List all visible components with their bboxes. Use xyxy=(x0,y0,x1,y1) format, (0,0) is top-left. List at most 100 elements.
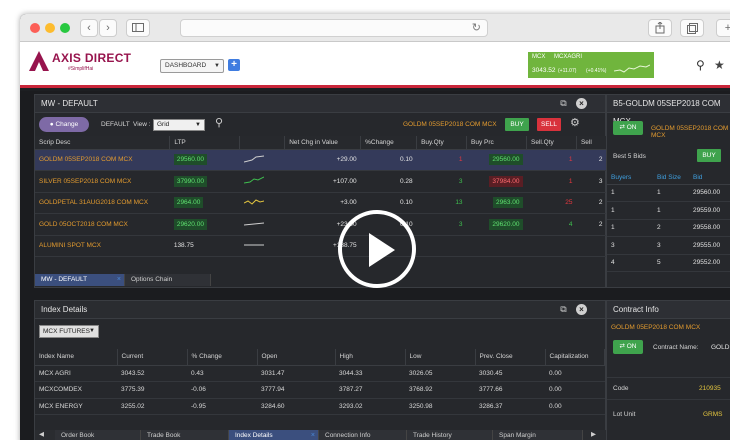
table-row[interactable]: 4 5 29552.00 xyxy=(607,254,730,272)
lot-unit-label: Lot Unit xyxy=(613,411,636,418)
tabs-button[interactable] xyxy=(680,19,704,37)
scrip-cell: ALUMINI SPOT MCX xyxy=(35,235,170,257)
bid-cell: 29560.00 xyxy=(689,184,730,202)
close-icon[interactable]: × xyxy=(576,98,587,109)
tab-mw-default[interactable]: MW - DEFAULT × xyxy=(35,274,125,286)
pct-change-cell: -0.06 xyxy=(187,381,257,399)
table-row[interactable]: SILVER 05SEP2018 COM MCX 37990.00 +107.0… xyxy=(35,170,607,193)
buy-button[interactable]: BUY xyxy=(697,149,721,162)
tab-options-chain[interactable]: Options Chain xyxy=(125,274,211,286)
sell-button[interactable]: SELL xyxy=(537,118,561,131)
marketwatch-toolbar: ● Change DEFAULT View : Grid ▼ ⚲ GOLDM 0… xyxy=(35,114,605,136)
scroll-right-icon[interactable]: ▶ xyxy=(591,430,596,438)
column-header[interactable]: Buy.Qty xyxy=(416,136,468,150)
new-tab-button[interactable]: + xyxy=(716,19,730,37)
play-video-button[interactable] xyxy=(338,210,416,288)
tab-index-details[interactable]: Index Details × xyxy=(229,430,319,440)
table-row[interactable]: GOLD 05OCT2018 COM MCX 29620.00 +23.00 0… xyxy=(35,213,607,236)
dashboard-select[interactable]: DASHBOARD ▼ xyxy=(160,59,224,73)
maximize-window-button[interactable] xyxy=(60,23,70,33)
column-header[interactable]: Net Chg in Value xyxy=(284,136,362,150)
close-icon[interactable]: × xyxy=(576,304,587,315)
table-row[interactable]: GOLDM 05SEP2018 COM MCX 29560.00 +29.00 … xyxy=(35,149,607,171)
table-row[interactable]: MCX AGRI 3043.52 0.43 3031.47 3044.33 30… xyxy=(35,365,605,382)
column-header[interactable]: Buy Prc xyxy=(466,136,527,150)
refresh-icon: ⇄ xyxy=(619,343,627,350)
buy-button[interactable]: BUY xyxy=(505,118,529,131)
column-header[interactable]: Index Name xyxy=(35,349,118,366)
popout-icon[interactable]: ⧉ xyxy=(558,98,569,109)
table-row[interactable]: MCXCOMDEX 3775.39 -0.06 3777.94 3787.27 … xyxy=(35,381,605,399)
tab-label: Span Margin xyxy=(499,432,536,439)
buy-qty-cell: 3 xyxy=(416,213,467,236)
table-row[interactable]: 1 1 29559.00 xyxy=(607,201,730,220)
close-tab-icon[interactable]: × xyxy=(311,430,315,440)
column-header[interactable]: Sell.Qty xyxy=(526,136,577,150)
index-ticker[interactable]: MCX MCXAGRI 3043.52 (+11.07) (+0.41%) xyxy=(528,52,654,78)
table-row[interactable]: MCX ENERGY 3255.02 -0.95 3284.60 3293.02… xyxy=(35,398,605,415)
close-window-button[interactable] xyxy=(30,23,40,33)
column-header[interactable]: Open xyxy=(257,349,336,366)
trend-sparkline xyxy=(243,222,264,226)
add-dashboard-button[interactable]: + xyxy=(228,59,240,71)
column-header[interactable]: Current xyxy=(117,349,188,366)
sell-qty-cell: 1 xyxy=(526,149,577,171)
capitalization-cell: 0.00 xyxy=(545,398,605,415)
view-select[interactable]: Grid ▼ xyxy=(153,119,205,131)
open-cell: 3777.94 xyxy=(257,381,335,399)
sell-price-cell: 2 xyxy=(576,213,607,236)
reload-icon[interactable]: ↻ xyxy=(472,21,481,34)
tab-connection-info[interactable]: Connection Info xyxy=(319,430,407,440)
change-button[interactable]: ● Change xyxy=(39,117,89,132)
tab-span-margin[interactable]: Span Margin xyxy=(493,430,583,440)
star-icon[interactable]: ★ xyxy=(714,58,725,72)
tab-trade-book[interactable]: Trade Book xyxy=(141,430,229,440)
toggle-on-button[interactable]: ⇄ ON xyxy=(613,121,643,135)
high-cell: 3044.33 xyxy=(335,365,405,382)
current-cell: 3255.02 xyxy=(117,398,187,415)
address-bar[interactable]: ↻ xyxy=(180,19,488,37)
code-value: 210935 xyxy=(699,385,721,392)
table-row[interactable]: 3 3 29555.00 xyxy=(607,236,730,255)
share-button[interactable] xyxy=(648,19,672,37)
close-tab-icon[interactable]: × xyxy=(117,274,121,286)
chevron-left-icon: ‹ xyxy=(87,22,91,34)
column-header[interactable] xyxy=(239,136,286,150)
column-header[interactable]: LTP xyxy=(169,136,241,150)
bid-size-cell: 5 xyxy=(653,254,689,272)
prev-close-cell: 3030.45 xyxy=(475,365,545,382)
column-header[interactable]: % Change xyxy=(187,349,258,366)
index-details-panel: Index Details ⧉ × MCX FUTURES ▼ Index Na… xyxy=(34,300,607,440)
table-row[interactable]: GOLDPETAL 31AUG2018 COM MCX 2964.00 +3.0… xyxy=(35,192,607,214)
column-header[interactable]: Prev. Close xyxy=(475,349,546,366)
back-button[interactable]: ‹ xyxy=(80,19,98,37)
table-row[interactable]: ALUMINI SPOT MCX 138.75 +138.75 xyxy=(35,235,607,257)
tab-trade-history[interactable]: Trade History xyxy=(407,430,493,440)
column-header[interactable]: Low xyxy=(405,349,476,366)
index-type-select[interactable]: MCX FUTURES ▼ xyxy=(39,325,99,338)
table-row[interactable]: 1 1 29560.00 xyxy=(607,184,730,202)
column-header[interactable]: %Change xyxy=(360,136,418,150)
sidebar-toggle-button[interactable] xyxy=(126,19,150,37)
table-row[interactable]: 1 2 29558.00 xyxy=(607,219,730,237)
logo-text: AXIS DIRECT xyxy=(52,51,132,65)
best5-table: Buyers Bid Size Bid 1 1 29560.00 1 1 29559.0… xyxy=(607,171,730,272)
column-header: Bid xyxy=(689,171,730,185)
tab-order-book[interactable]: Order Book xyxy=(55,430,141,440)
search-icon[interactable]: ⚲ xyxy=(696,58,705,72)
contract-info-panel: Contract Info GOLDM 05EP2018 COM MCX ⇄ O… xyxy=(606,300,730,440)
column-header[interactable]: Sell xyxy=(576,136,608,150)
gear-icon[interactable]: ⚙ xyxy=(570,116,580,129)
forward-button[interactable]: › xyxy=(99,19,117,37)
column-header[interactable]: Capitalization xyxy=(545,349,605,366)
column-header[interactable]: High xyxy=(335,349,406,366)
column-header[interactable]: Scrip Desc xyxy=(35,136,171,150)
trend-sparkline xyxy=(243,199,264,205)
ticker-percent: (+0.41%) xyxy=(586,68,607,74)
toggle-on-button[interactable]: ⇄ ON xyxy=(613,340,643,354)
play-icon xyxy=(369,233,395,267)
popout-icon[interactable]: ⧉ xyxy=(558,304,569,315)
scroll-left-icon[interactable]: ◀ xyxy=(39,430,44,438)
search-icon[interactable]: ⚲ xyxy=(215,116,223,129)
minimize-window-button[interactable] xyxy=(45,23,55,33)
